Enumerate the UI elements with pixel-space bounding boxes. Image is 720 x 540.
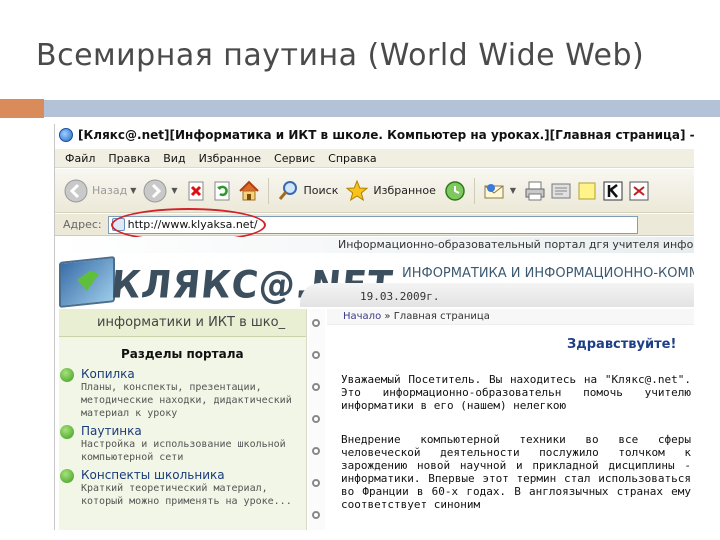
nav-item-konspekty[interactable]: Конспекты школьника Краткий теоретически… bbox=[59, 468, 306, 508]
mail-dropdown-icon[interactable]: ▼ bbox=[510, 186, 516, 195]
back-label: Назад bbox=[92, 184, 128, 197]
nav-item-title[interactable]: Паутинка bbox=[81, 424, 306, 438]
window-titlebar: [Клякс@.net][Информатика и ИКТ в школе. … bbox=[55, 124, 694, 145]
menu-bar: Файл Правка Вид Избранное Сервис Справка bbox=[55, 149, 694, 168]
nav-item-desc: Планы, конспекты, презентации, методичес… bbox=[81, 382, 292, 419]
ring-icon bbox=[312, 351, 320, 359]
nav-item-desc: Настройка и использование школьной компь… bbox=[81, 439, 286, 463]
back-button[interactable]: Назад ▼ bbox=[63, 178, 136, 204]
main-content: Начало » Главная страница Здравствуйте! … bbox=[327, 309, 694, 530]
intro-paragraph: Внедрение компьютерной техники во все сф… bbox=[341, 433, 691, 511]
ring-icon bbox=[312, 511, 320, 519]
note-icon[interactable] bbox=[574, 178, 600, 204]
current-date: 19.03.2009г. bbox=[360, 290, 440, 303]
toolbar-separator bbox=[267, 177, 269, 204]
title-accent-bar bbox=[0, 99, 44, 118]
messenger-icon[interactable] bbox=[626, 178, 652, 204]
refresh-icon[interactable] bbox=[210, 178, 236, 204]
back-arrow-icon bbox=[63, 178, 89, 204]
sections-title: Разделы портала bbox=[121, 347, 244, 361]
address-label: Адрес: bbox=[63, 218, 102, 231]
ring-icon bbox=[312, 447, 320, 455]
portal-description: Информационно-образовательный портал дгя… bbox=[338, 238, 694, 251]
search-icon bbox=[275, 178, 301, 204]
history-icon[interactable] bbox=[442, 178, 468, 204]
welcome-paragraph: Уважаемый Посетитель. Вы находитесь на "… bbox=[341, 373, 691, 412]
web-page: Информационно-образовательный портал дгя… bbox=[55, 237, 694, 530]
mail-icon bbox=[481, 178, 507, 204]
favorites-label: Избранное bbox=[373, 184, 436, 197]
menu-edit[interactable]: Правка bbox=[108, 152, 150, 165]
green-bullet-icon bbox=[60, 469, 74, 483]
toolbar: Назад ▼ ▼ Поиск Избранное ▼ bbox=[55, 169, 694, 213]
nav-item-desc: Краткий теоретический материал, который … bbox=[81, 483, 292, 507]
forward-arrow-icon bbox=[142, 178, 168, 204]
title-underline-bar bbox=[44, 100, 720, 117]
green-bullet-icon bbox=[60, 368, 74, 382]
green-bullet-icon bbox=[60, 425, 74, 439]
nav-item-pautinka[interactable]: Паутинка Настройка и использование школь… bbox=[59, 424, 306, 464]
ring-icon bbox=[312, 319, 320, 327]
monitor-logo-icon bbox=[59, 256, 115, 308]
star-icon bbox=[344, 178, 370, 204]
sidebar-header: информатики и ИКТ в шко_ bbox=[59, 309, 306, 337]
slide-title: Всемирная паутина (World Wide Web) bbox=[36, 38, 645, 73]
stop-icon[interactable] bbox=[184, 178, 210, 204]
ring-icon bbox=[312, 415, 320, 423]
breadcrumb-separator: » bbox=[384, 311, 391, 322]
menu-favorites[interactable]: Избранное bbox=[199, 152, 261, 165]
ring-icon bbox=[312, 479, 320, 487]
search-button[interactable]: Поиск bbox=[275, 178, 339, 204]
ring-icon bbox=[312, 383, 320, 391]
breadcrumb-home[interactable]: Начало bbox=[343, 311, 381, 322]
home-icon[interactable] bbox=[236, 178, 262, 204]
breadcrumb: Начало » Главная страница bbox=[327, 309, 694, 325]
site-heading: ИНФОРМАТИКА И ИНФОРМАЦИОННО-КОММУ bbox=[402, 266, 694, 281]
nav-item-kopilka[interactable]: Копилка Планы, конспекты, презентации, м… bbox=[59, 367, 306, 420]
left-sidebar: информатики и ИКТ в шко_ Разделы портала… bbox=[59, 309, 307, 530]
toolbar-separator bbox=[473, 177, 475, 204]
ring-binder-divider bbox=[309, 309, 325, 530]
browser-screenshot: [Клякс@.net][Информатика и ИКТ в школе. … bbox=[54, 124, 694, 530]
breadcrumb-current: Главная страница bbox=[393, 311, 490, 322]
edit-page-icon[interactable] bbox=[548, 178, 574, 204]
back-dropdown-icon[interactable]: ▼ bbox=[130, 186, 136, 195]
k-app-icon[interactable] bbox=[600, 178, 626, 204]
menu-help[interactable]: Справка bbox=[328, 152, 376, 165]
forward-button[interactable]: ▼ bbox=[142, 178, 178, 204]
menu-file[interactable]: Файл bbox=[65, 152, 95, 165]
print-icon[interactable] bbox=[522, 178, 548, 204]
favorites-button[interactable]: Избранное bbox=[344, 178, 436, 204]
mail-button[interactable]: ▼ bbox=[481, 178, 516, 204]
browser-icon bbox=[59, 127, 73, 142]
nav-item-title[interactable]: Конспекты школьника bbox=[81, 468, 306, 482]
window-title: [Клякс@.net][Информатика и ИКТ в школе. … bbox=[78, 127, 694, 142]
forward-dropdown-icon[interactable]: ▼ bbox=[171, 186, 177, 195]
menu-view[interactable]: Вид bbox=[163, 152, 185, 165]
greeting-heading: Здравствуйте! bbox=[567, 337, 677, 352]
nav-item-title[interactable]: Копилка bbox=[81, 367, 306, 381]
menu-tools[interactable]: Сервис bbox=[274, 152, 315, 165]
search-label: Поиск bbox=[303, 184, 339, 197]
